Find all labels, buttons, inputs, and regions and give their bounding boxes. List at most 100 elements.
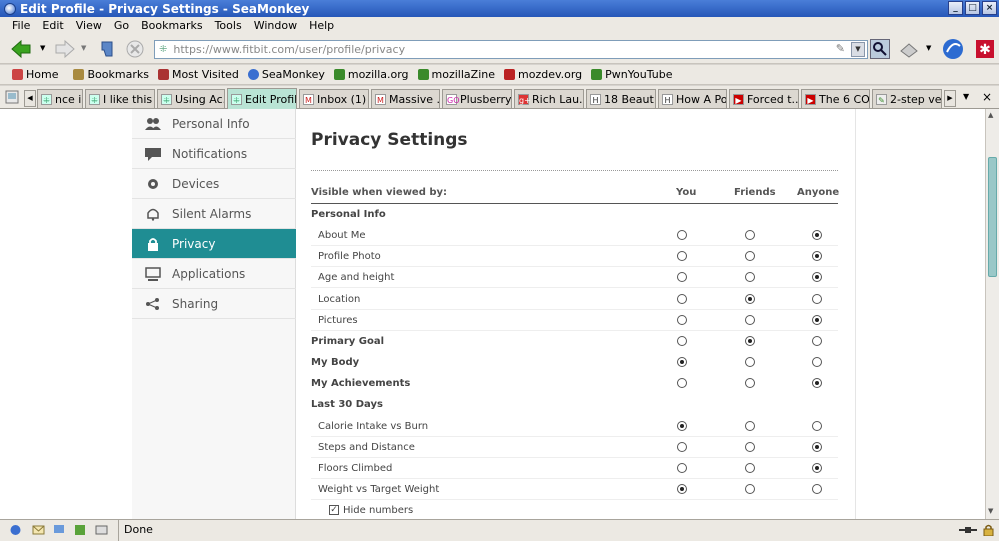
print-icon[interactable]: [898, 38, 920, 60]
radio-location-you[interactable]: [677, 293, 687, 304]
addon-icon[interactable]: ✱: [974, 38, 996, 60]
bookmark-mozdev-org[interactable]: mozdev.org: [504, 68, 582, 81]
search-icon[interactable]: [870, 39, 890, 59]
radio-steps-and-distance-you[interactable]: [677, 441, 687, 452]
radio-my-achievements-friends[interactable]: [745, 378, 755, 389]
navigator-icon[interactable]: [9, 524, 22, 536]
tab-9[interactable]: H18 Beaut...: [586, 89, 656, 108]
radio-my-body-anyone[interactable]: [812, 357, 822, 368]
minimize-icon[interactable]: _: [948, 1, 963, 15]
print-dropdown-icon[interactable]: ▼: [926, 44, 931, 52]
scrollbar-thumb[interactable]: [988, 157, 997, 277]
sidebar-item-notifications[interactable]: Notifications: [132, 139, 296, 169]
sidebar-item-silent-alarms[interactable]: Silent Alarms: [132, 199, 296, 229]
radio-floors-climbed-anyone[interactable]: [812, 462, 822, 473]
tab-12[interactable]: ▶The 6 CO...: [801, 89, 870, 108]
tab-8[interactable]: g+ Rich Lau...: [514, 89, 584, 108]
tab-4[interactable]: ⁜Edit Profil...: [227, 88, 297, 109]
security-lock-icon[interactable]: [982, 524, 995, 536]
close-icon[interactable]: ×: [982, 1, 997, 15]
radio-location-friends[interactable]: [745, 293, 755, 304]
menu-window[interactable]: Window: [254, 19, 297, 32]
radio-profile-photo-you[interactable]: [677, 251, 687, 262]
radio-floors-climbed-you[interactable]: [677, 462, 687, 473]
hide-numbers-checkbox[interactable]: ✓: [329, 505, 339, 516]
chat-icon[interactable]: [53, 524, 66, 536]
menu-tools[interactable]: Tools: [215, 19, 242, 32]
radio-calorie-intake-vs-burn-friends[interactable]: [745, 420, 755, 431]
tab-1[interactable]: ⁜nce i ha...: [37, 89, 83, 108]
radio-my-body-you[interactable]: [677, 357, 687, 368]
radio-pictures-you[interactable]: [677, 314, 687, 325]
radio-primary-goal-you[interactable]: [677, 335, 687, 346]
bookmark-most-visited[interactable]: Most Visited: [157, 68, 239, 81]
all-tabs-dropdown-icon[interactable]: ▼: [963, 92, 969, 101]
radio-about-me-friends[interactable]: [745, 230, 755, 241]
radio-my-body-friends[interactable]: [745, 357, 755, 368]
radio-steps-and-distance-anyone[interactable]: [812, 441, 822, 452]
maximize-icon[interactable]: □: [965, 1, 980, 15]
radio-about-me-you[interactable]: [677, 230, 687, 241]
tab-5[interactable]: MInbox (1) ...: [299, 89, 369, 108]
bookmark-home[interactable]: Home: [12, 68, 58, 81]
online-status-icon[interactable]: [958, 524, 978, 536]
bookmark-pen-icon[interactable]: ✎: [836, 42, 845, 55]
bookmark-seamonkey[interactable]: SeaMonkey: [247, 68, 325, 81]
forward-dropdown-icon[interactable]: ▼: [81, 44, 86, 52]
bookmark-pwnyoutube[interactable]: PwnYouTube: [591, 68, 673, 81]
sidebar-item-devices[interactable]: Devices: [132, 169, 296, 199]
menu-help[interactable]: Help: [309, 19, 334, 32]
radio-about-me-anyone[interactable]: [812, 230, 822, 241]
radio-pictures-friends[interactable]: [745, 314, 755, 325]
composer-icon[interactable]: [74, 524, 87, 536]
menu-go[interactable]: Go: [114, 19, 129, 32]
reload-icon[interactable]: [96, 38, 118, 60]
tab-list-icon[interactable]: [5, 90, 19, 104]
scroll-down-icon[interactable]: ▼: [988, 507, 993, 515]
radio-floors-climbed-friends[interactable]: [745, 462, 755, 473]
vertical-scrollbar[interactable]: ▲ ▼: [985, 109, 999, 519]
url-bar[interactable]: ⁜ https://www.fitbit.com/user/profile/pr…: [154, 40, 868, 59]
radio-profile-photo-friends[interactable]: [745, 251, 755, 262]
menu-file[interactable]: File: [12, 19, 30, 32]
sidebar-item-personal-info[interactable]: Personal Info: [132, 109, 296, 139]
scroll-tabs-left-icon[interactable]: ◀: [24, 90, 36, 107]
tab-11[interactable]: ▶ Forced t...: [729, 89, 799, 108]
scroll-tabs-right-icon[interactable]: ▶: [944, 90, 956, 107]
tab-10[interactable]: HHow A Po...: [658, 89, 727, 108]
forward-arrow-icon[interactable]: [54, 38, 76, 60]
tab-7[interactable]: GOPlusberry....: [442, 89, 512, 108]
scroll-up-icon[interactable]: ▲: [988, 111, 993, 119]
tab-3[interactable]: ⁜Using Ac...: [157, 89, 225, 108]
close-tab-icon[interactable]: ×: [982, 90, 992, 104]
url-dropdown-icon[interactable]: ▼: [851, 42, 865, 57]
bookmark-mozillazine[interactable]: mozillaZine: [417, 68, 495, 81]
seamonkey-logo-icon[interactable]: [942, 38, 964, 60]
radio-steps-and-distance-friends[interactable]: [745, 441, 755, 452]
stop-icon[interactable]: [124, 38, 146, 60]
radio-primary-goal-friends[interactable]: [745, 335, 755, 346]
radio-age-and-height-friends[interactable]: [745, 272, 755, 283]
menu-edit[interactable]: Edit: [42, 19, 63, 32]
radio-calorie-intake-vs-burn-anyone[interactable]: [812, 420, 822, 431]
radio-weight-vs-target-weight-anyone[interactable]: [812, 483, 822, 494]
radio-my-achievements-you[interactable]: [677, 378, 687, 389]
back-dropdown-icon[interactable]: ▼: [40, 44, 45, 52]
radio-my-achievements-anyone[interactable]: [812, 378, 822, 389]
tab-13[interactable]: ✎2-step ve...: [872, 89, 942, 108]
mail-icon[interactable]: [32, 524, 45, 536]
bookmark-mozilla-org[interactable]: mozilla.org: [333, 68, 409, 81]
menu-view[interactable]: View: [76, 19, 102, 32]
radio-age-and-height-you[interactable]: [677, 272, 687, 283]
radio-primary-goal-anyone[interactable]: [812, 335, 822, 346]
sidebar-item-sharing[interactable]: Sharing: [132, 289, 296, 319]
menu-bookmarks[interactable]: Bookmarks: [141, 19, 202, 32]
radio-age-and-height-anyone[interactable]: [812, 272, 822, 283]
bookmark-bookmarks[interactable]: Bookmarks: [73, 68, 149, 81]
back-arrow-icon[interactable]: [10, 38, 32, 60]
radio-weight-vs-target-weight-friends[interactable]: [745, 483, 755, 494]
tab-2[interactable]: ⁜I like this ...: [85, 89, 155, 108]
radio-pictures-anyone[interactable]: [812, 314, 822, 325]
radio-calorie-intake-vs-burn-you[interactable]: [677, 420, 687, 431]
radio-location-anyone[interactable]: [812, 293, 822, 304]
